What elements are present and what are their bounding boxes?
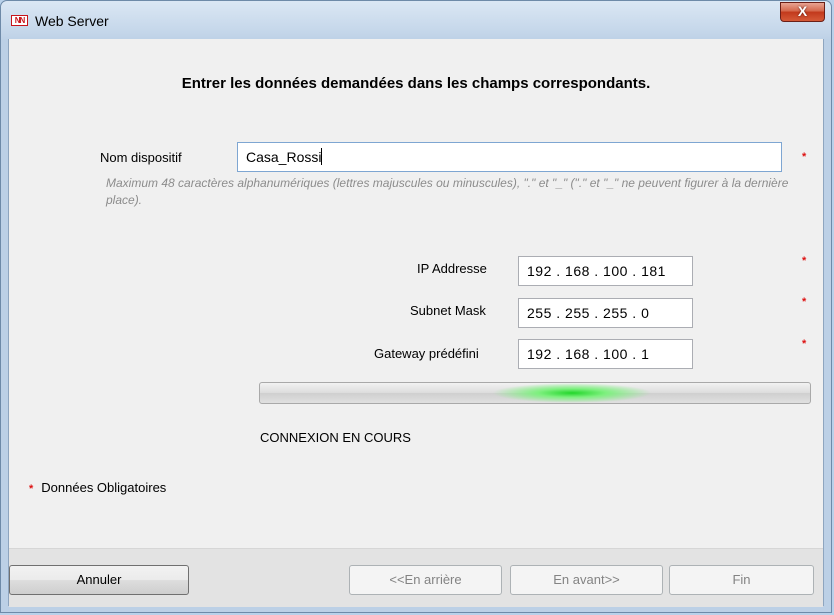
device-name-label: Nom dispositif (100, 150, 182, 165)
text-caret (321, 148, 323, 165)
finish-button[interactable]: Fin (669, 565, 814, 595)
button-bar: Annuler <<En arrière En avant>> Fin (9, 548, 823, 607)
gateway-input[interactable]: 192 . 168 . 100 . 1 (518, 339, 693, 369)
device-name-value: Casa_Rossi (246, 149, 322, 165)
required-fields-label: Données Obligatoires (41, 480, 167, 495)
title-bar[interactable]: NN Web Server X (1, 1, 831, 39)
ip-address-label: IP Addresse (417, 261, 487, 276)
progress-marquee (492, 383, 652, 403)
connection-status: CONNEXION EN COURS (260, 430, 411, 445)
required-fields-note: * Données Obligatoires (29, 480, 166, 495)
app-logo-icon: NN (11, 15, 28, 26)
page-heading: Entrer les données demandées dans les ch… (181, 75, 651, 92)
required-marker: * (29, 483, 34, 495)
required-marker: * (802, 296, 807, 308)
web-server-window: NN Web Server X Entrer les données deman… (0, 0, 832, 613)
required-marker: * (802, 255, 807, 267)
device-name-input[interactable]: Casa_Rossi (237, 142, 782, 172)
connection-progress-bar (259, 382, 811, 404)
ip-address-input[interactable]: 192 . 168 . 100 . 181 (518, 256, 693, 286)
required-marker: * (802, 151, 807, 163)
device-name-hint: Maximum 48 caractères alphanumériques (l… (106, 176, 789, 207)
window-title: Web Server (35, 13, 109, 29)
gateway-label: Gateway prédéfini (374, 346, 479, 361)
cancel-button[interactable]: Annuler (9, 565, 189, 595)
subnet-mask-label: Subnet Mask (410, 303, 486, 318)
dialog-content: Entrer les données demandées dans les ch… (8, 39, 824, 607)
required-marker: * (802, 338, 807, 350)
back-button[interactable]: <<En arrière (349, 565, 502, 595)
next-button[interactable]: En avant>> (510, 565, 663, 595)
subnet-mask-input[interactable]: 255 . 255 . 255 . 0 (518, 298, 693, 328)
close-button[interactable]: X (780, 2, 825, 22)
